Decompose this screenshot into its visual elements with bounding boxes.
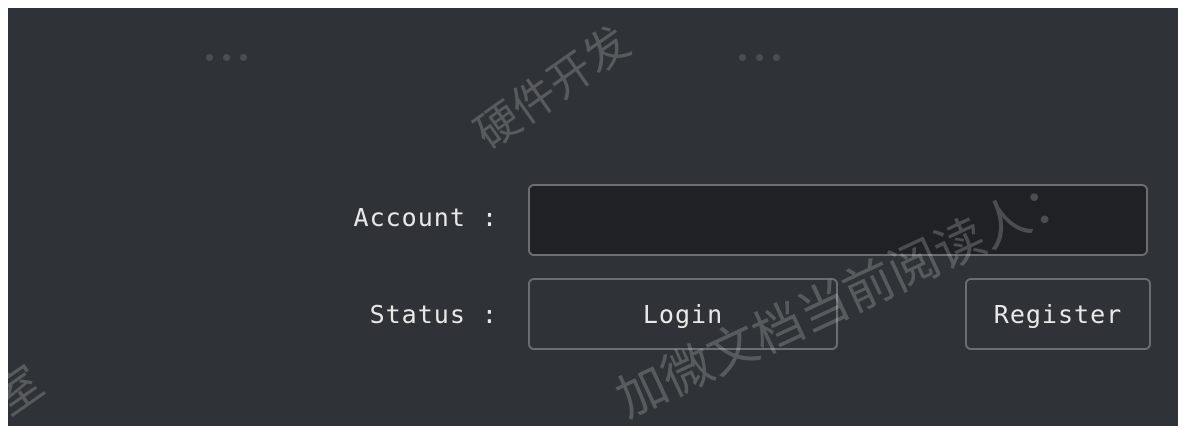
dot-icon bbox=[206, 54, 213, 61]
watermark-text: 硬件开发 bbox=[465, 16, 640, 160]
dot-icon bbox=[756, 54, 763, 61]
dot-icon bbox=[739, 54, 746, 61]
dot-icon bbox=[240, 54, 247, 61]
ellipsis-dots-middle bbox=[739, 54, 780, 61]
ellipsis-dots-left bbox=[206, 54, 247, 61]
dot-icon bbox=[223, 54, 230, 61]
account-label: Account : bbox=[353, 203, 498, 232]
login-panel: Account : Status : Login Register 硬件开发 加… bbox=[8, 8, 1178, 426]
dot-icon bbox=[773, 54, 780, 61]
login-button[interactable]: Login bbox=[528, 278, 838, 350]
status-label: Status : bbox=[369, 300, 498, 329]
account-input[interactable] bbox=[528, 184, 1148, 256]
watermark-text: 室 bbox=[8, 354, 53, 426]
register-button[interactable]: Register bbox=[965, 278, 1151, 350]
